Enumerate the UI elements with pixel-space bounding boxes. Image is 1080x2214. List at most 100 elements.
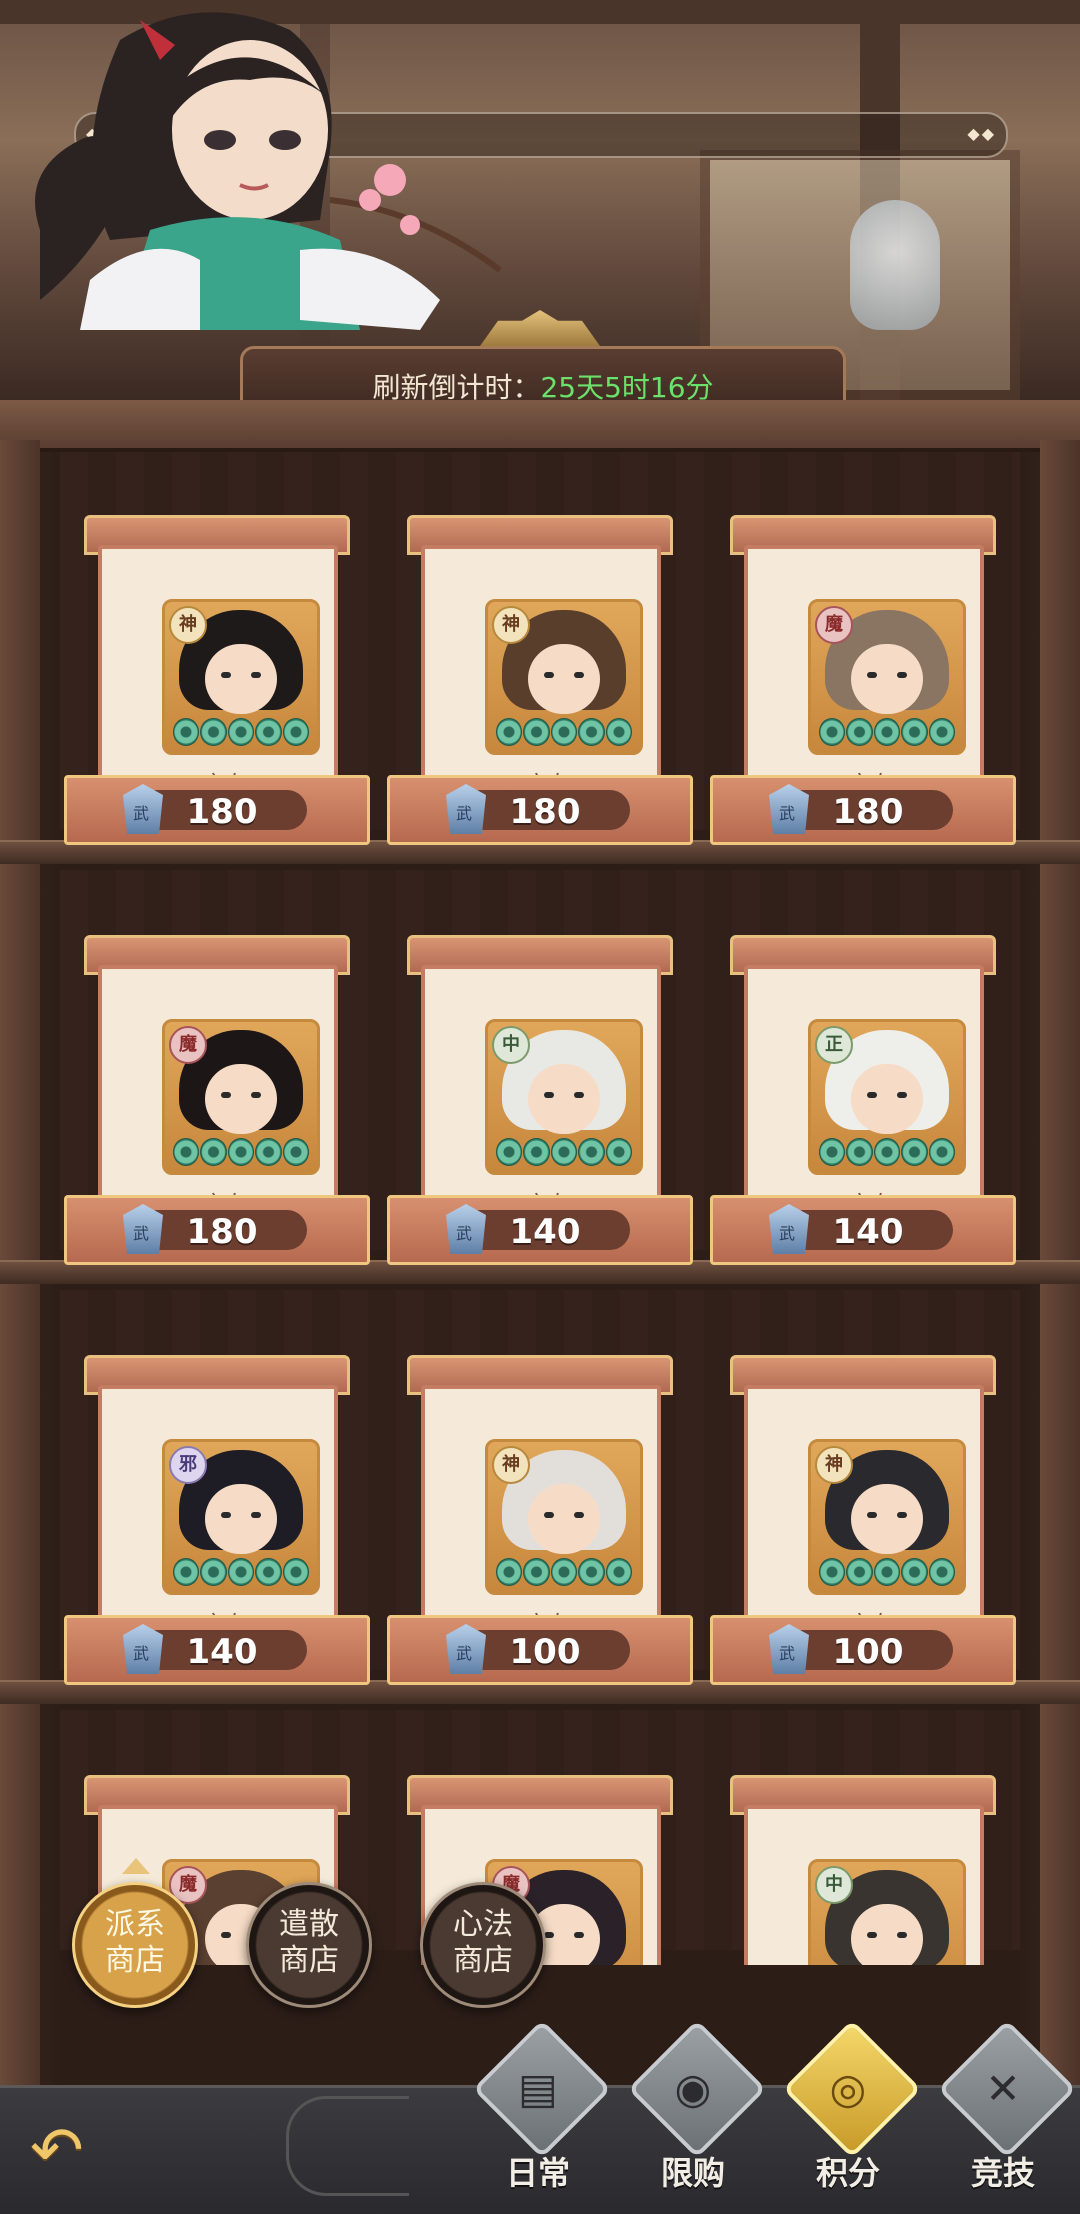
shop-item-card[interactable]: 神库存：20180 [387,515,693,845]
faction-shop-label-1: 派系 [105,1907,165,1942]
hero-face [851,1904,923,1965]
shopkeeper-character [35,12,502,330]
hero-face [528,644,600,714]
rarity-coins [173,1558,310,1586]
hero-portrait: 正 [808,1019,966,1175]
price-plate: 180 [387,775,693,845]
hero-portrait: 神 [485,599,643,755]
cabinet-post-left [0,440,40,2140]
price-plate: 140 [64,1615,370,1685]
faction-badge: 神 [169,606,207,644]
card-paper: 神库存：20 [744,1385,984,1639]
faction-badge: 中 [815,1866,853,1904]
hero-face [528,1484,600,1554]
faction-badge: 神 [492,606,530,644]
price-value: 140 [832,1212,904,1252]
hero-portrait: 神 [808,1439,966,1595]
hero-portrait: 中 [808,1859,966,1965]
hero-face [851,644,923,714]
faction-badge: 邪 [169,1446,207,1484]
tab-points[interactable]: ◎ 积分 [782,2019,922,2205]
price-plate: 100 [387,1615,693,1685]
hero-portrait: 中 [485,1019,643,1175]
hero-face [205,1064,277,1134]
dismiss-shop-button[interactable]: 遣散 商店 [246,1882,372,2008]
card-paper: 邪库存：20 [98,1385,338,1639]
faction-shop-label-2: 商店 [105,1943,165,1978]
price-plate: 140 [710,1195,1016,1265]
bottom-bar-decoration [286,2096,409,2196]
rarity-coins [819,718,956,746]
card-paper: 中 [744,1805,984,1965]
cabinet-post-right [1040,440,1080,2140]
price-plate: 100 [710,1615,1016,1685]
price-value: 180 [186,792,258,832]
card-paper: 正库存：20 [744,965,984,1219]
back-arrow-icon: ↶ [30,2114,84,2188]
tab-limited[interactable]: ◉ 限购 [627,2019,767,2205]
card-paper: 神库存：20 [98,545,338,799]
hero-portrait: 神 [162,599,320,755]
hero-portrait: 魔 [808,599,966,755]
dismiss-shop-label-1: 遣散 [279,1907,339,1942]
shop-item-card[interactable]: 中 [710,1775,1010,1965]
card-paper: 神库存：20 [421,545,661,799]
hero-face [851,1484,923,1554]
faction-shop-button[interactable]: 派系 商店 [72,1882,198,2008]
tab-arena[interactable]: ✕ 竞技 [937,2019,1077,2205]
shop-item-card[interactable]: 神库存：20180 [64,515,370,845]
faction-badge: 魔 [815,606,853,644]
faction-badge: 正 [815,1026,853,1064]
cabinet-top [0,400,1080,452]
price-value: 100 [509,1632,581,1672]
shop-item-card[interactable]: 神库存：20100 [387,1355,693,1685]
rarity-coins [496,718,633,746]
shop-item-card[interactable]: 魔库存：20180 [710,515,1016,845]
rarity-coins [819,1558,956,1586]
price-value: 180 [186,1212,258,1252]
heart-method-shop-label-2: 商店 [453,1943,513,1978]
price-value: 140 [186,1632,258,1672]
price-value: 180 [832,792,904,832]
tab-limited-label: 限购 [660,2154,725,2192]
faction-badge: 神 [492,1446,530,1484]
shop-item-card[interactable]: 正库存：20140 [710,935,1016,1265]
dismiss-shop-label-2: 商店 [279,1943,339,1978]
price-value: 100 [832,1632,904,1672]
price-plate: 180 [710,775,1016,845]
shop-item-card[interactable]: 魔库存：20180 [64,935,370,1265]
hero-face [205,1484,277,1554]
hero-portrait: 魔 [162,1019,320,1175]
hero-face [528,1064,600,1134]
card-paper: 魔库存：20 [744,545,984,799]
hero-face [205,644,277,714]
tab-daily-label: 日常 [505,2154,570,2192]
shop-item-card[interactable]: 中库存：20140 [387,935,693,1265]
shop-item-card[interactable]: 神库存：20100 [710,1355,1016,1685]
tab-daily[interactable]: ▤ 日常 [472,2019,612,2205]
rarity-coins [173,1138,310,1166]
faction-badge: 魔 [169,1026,207,1064]
tab-points-label: 积分 [815,2154,880,2192]
rarity-coins [496,1558,633,1586]
price-plate: 180 [64,1195,370,1265]
tab-arena-label: 竞技 [970,2154,1035,2192]
hanging-ornament [850,200,940,330]
rarity-coins [173,718,310,746]
price-plate: 180 [64,775,370,845]
heart-method-shop-button[interactable]: 心法 商店 [420,1882,546,2008]
shop-item-card[interactable]: 邪库存：20140 [64,1355,370,1685]
price-plate: 140 [387,1195,693,1265]
hero-portrait: 邪 [162,1439,320,1595]
price-value: 180 [509,792,581,832]
hero-face [851,1064,923,1134]
card-paper: 中库存：20 [421,965,661,1219]
back-button[interactable]: ↶ [20,2098,120,2188]
price-value: 140 [509,1212,581,1252]
rarity-coins [496,1138,633,1166]
card-paper: 魔库存：20 [98,965,338,1219]
active-shop-indicator [122,1858,150,1874]
faction-badge: 中 [492,1026,530,1064]
faction-badge: 神 [815,1446,853,1484]
hero-portrait: 神 [485,1439,643,1595]
